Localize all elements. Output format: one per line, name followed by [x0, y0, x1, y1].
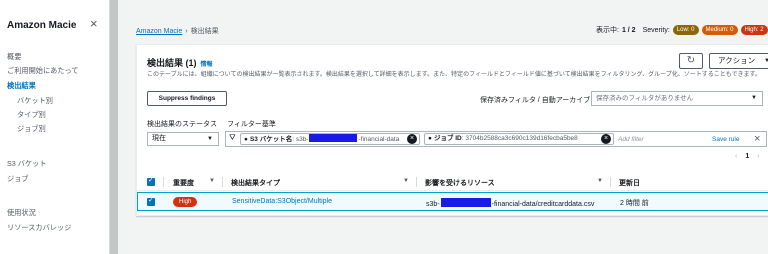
breadcrumb-current: 検出結果: [190, 28, 219, 35]
findings-summary: 表示中: 1 / 2 Severity: Low: 0 Medium: 0 Hi…: [596, 25, 768, 35]
severity-high-badge: High: 2: [740, 25, 768, 35]
table-row[interactable]: High SensitiveData:S3Object/Multiple s3b…: [137, 192, 768, 211]
sidebar-item-getting-started[interactable]: ご利用開始にあたって: [7, 66, 79, 76]
panel-title: 検出結果 (1) 情報: [147, 56, 213, 69]
finding-type-link[interactable]: SensitiveData:S3Object/Multiple: [232, 198, 332, 205]
sort-icon[interactable]: ▼: [597, 178, 603, 184]
column-header-affected-resource[interactable]: 影響を受けるリソース: [425, 178, 495, 188]
filter-funnel-icon: ⛛: [229, 133, 236, 142]
token-key: ジョブ ID: [433, 135, 462, 142]
refresh-icon: ↻: [686, 55, 696, 66]
remove-token-icon[interactable]: ×: [601, 134, 611, 144]
column-divider: [222, 177, 223, 187]
sidebar-item-jobs[interactable]: ジョブ: [7, 174, 29, 184]
severity-low-badge: Low: 0: [672, 25, 699, 35]
column-header-severity[interactable]: 重要度: [173, 178, 194, 188]
bullet-icon: ●: [428, 135, 432, 142]
redaction-block: [440, 198, 491, 207]
caret-down-icon: ▼: [764, 58, 768, 64]
table-header: 重要度 ▼ 検出結果タイプ ▼ 影響を受けるリソース ▼ 更新日: [137, 173, 768, 191]
caret-down-icon: ▼: [207, 136, 213, 142]
suppress-findings-button[interactable]: Suppress findings: [147, 91, 227, 106]
filter-bar[interactable]: ⛛ ● S3 バケット名: s3b- -financial-data × ● ジョブ …: [225, 131, 767, 147]
finding-status-label: 検出結果のステータス: [147, 121, 217, 128]
saved-filter-placeholder: 保存済みのフィルタがありません: [596, 95, 694, 102]
next-page-icon[interactable]: ›: [757, 153, 759, 160]
column-header-updated[interactable]: 更新日: [619, 178, 640, 188]
sidebar-item-overview[interactable]: 概要: [7, 52, 21, 62]
filter-criteria-label: フィルター基準: [227, 121, 276, 128]
severity-label: Severity:: [642, 26, 670, 34]
sidebar-item-by-job[interactable]: ジョブ別: [17, 124, 46, 134]
sort-icon[interactable]: ▼: [209, 178, 215, 184]
refresh-button[interactable]: ↻: [679, 53, 703, 69]
sidebar-item-resource-coverage[interactable]: リソースカバレッジ: [7, 223, 71, 233]
saved-filter-select[interactable]: 保存済みのフィルタがありません ▼: [591, 91, 763, 106]
remove-token-icon[interactable]: ×: [407, 134, 417, 144]
display-count-value: 1 / 2: [621, 26, 636, 34]
redaction-block: [309, 134, 358, 142]
bullet-icon: ●: [244, 136, 248, 143]
add-filter-input[interactable]: Add filter: [618, 136, 644, 143]
filter-token-job-id[interactable]: ● ジョブ ID: 3704b2588ca3c690c139d16fecba5be…: [424, 133, 614, 145]
breadcrumb: Amazon Macie › 検出結果: [136, 26, 219, 36]
sidebar-divider[interactable]: [110, 0, 118, 254]
token-key: S3 バケット名: [249, 136, 293, 143]
saved-filter-label: 保存済みフィルタ / 自動アーカイブ: [480, 97, 591, 104]
save-rule-link[interactable]: Save rule: [712, 136, 739, 143]
severity-medium-badge: Medium: 0: [701, 25, 738, 35]
column-divider: [610, 177, 611, 187]
sidebar-item-usage[interactable]: 使用状況: [7, 208, 36, 218]
resource-suffix: -financial-data/creditcarddata.csv: [491, 201, 595, 208]
chevron-right-icon: ›: [185, 28, 188, 35]
select-all-checkbox[interactable]: [147, 176, 155, 186]
sidebar-item-s3-buckets[interactable]: S3 バケット: [7, 159, 47, 169]
column-header-finding-type[interactable]: 検出結果タイプ: [231, 178, 280, 188]
actions-label: アクション: [718, 56, 756, 65]
sidebar-item-by-bucket[interactable]: バケット別: [17, 96, 53, 106]
severity-badge: High: [173, 197, 198, 207]
token-value-prefix: s3b-: [295, 136, 309, 143]
token-value: 3704b2588ca3c690c139d16fecba5be8: [465, 135, 578, 142]
panel-title-text: 検出結果 (1): [147, 58, 197, 68]
display-count-label: 表示中:: [596, 27, 619, 34]
column-divider: [416, 177, 417, 187]
info-link[interactable]: 情報: [201, 62, 213, 68]
token-value-suffix: -financial-data: [358, 136, 400, 143]
column-divider: [163, 177, 164, 187]
clear-filters-icon[interactable]: ×: [754, 132, 760, 146]
panel-description: このテーブルには、組織についての検出結果が一覧表示されます。検出結果を選択して詳…: [147, 72, 761, 78]
resource-prefix: s3b-: [426, 201, 440, 208]
prev-page-icon[interactable]: ‹: [735, 153, 737, 160]
filter-token-bucket[interactable]: ● S3 バケット名: s3b- -financial-data ×: [240, 133, 420, 145]
findings-panel: 検出結果 (1) 情報 このテーブルには、組織についての検出結果が一覧表示されます…: [136, 44, 768, 216]
caret-down-icon: ▼: [751, 95, 757, 101]
close-icon[interactable]: ×: [90, 17, 98, 30]
actions-dropdown-button[interactable]: アクション ▼: [709, 53, 768, 69]
sidebar-item-by-type[interactable]: タイプ別: [17, 110, 46, 120]
row-checkbox[interactable]: [147, 196, 155, 206]
pagination: ‹ 1 ›: [735, 153, 760, 160]
page-number[interactable]: 1: [745, 153, 749, 160]
sidebar-item-findings[interactable]: 検出結果: [7, 81, 36, 91]
affected-resource: s3b- -financial-data/creditcarddata.csv: [426, 198, 594, 208]
navigation-sidebar: Amazon Macie × 概要 ご利用開始にあたって 検出結果 バケット別 …: [0, 0, 110, 254]
finding-status-value: 現在: [152, 135, 166, 142]
sort-icon[interactable]: ▼: [403, 178, 409, 184]
updated-time: 2 時間 前: [620, 200, 649, 207]
breadcrumb-root-link[interactable]: Amazon Macie: [136, 28, 182, 35]
sidebar-title: Amazon Macie: [7, 20, 77, 31]
finding-status-select[interactable]: 現在 ▼: [147, 132, 219, 146]
